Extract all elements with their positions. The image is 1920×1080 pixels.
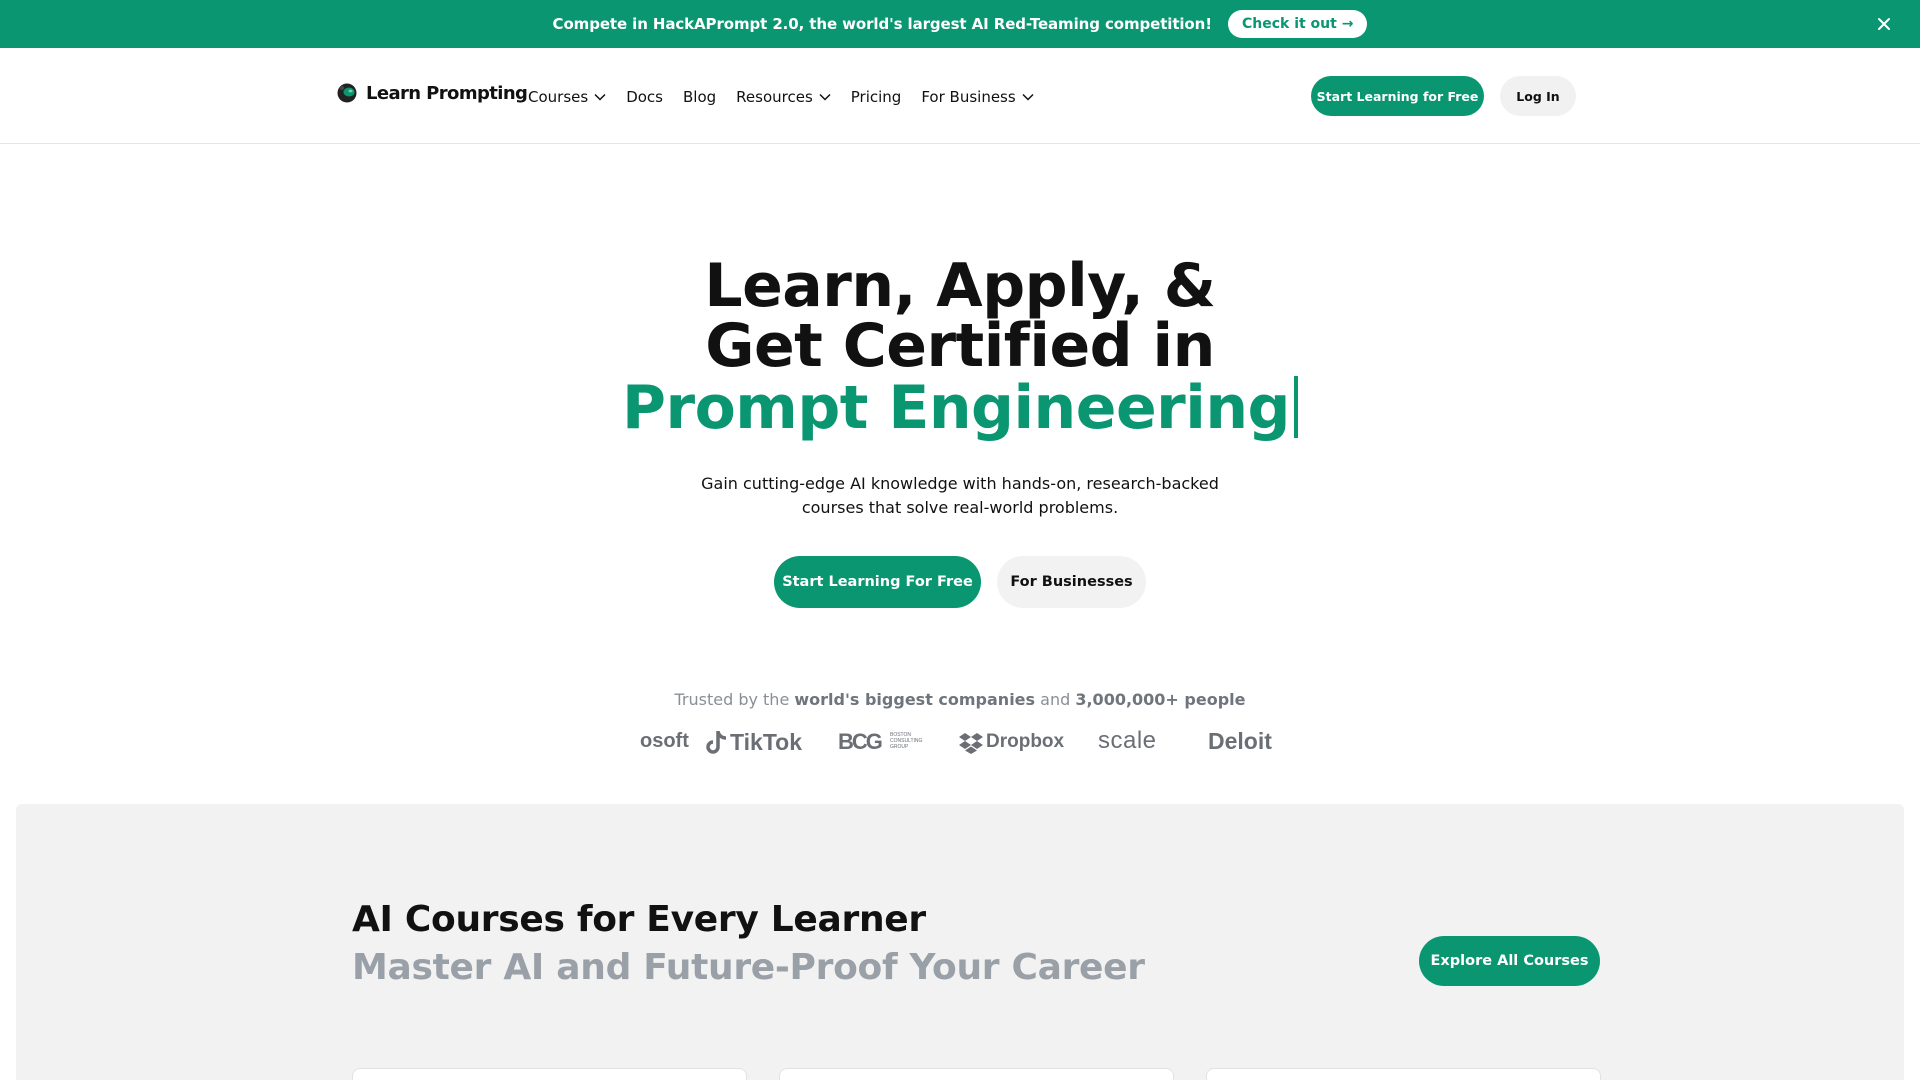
astronaut-logo-icon	[337, 83, 357, 103]
header-start-learning-button[interactable]: Start Learning for Free	[1311, 76, 1484, 116]
nav-label: Pricing	[850, 88, 902, 106]
trusted-prefix: Trusted by the	[674, 690, 795, 709]
hero-title-accent: Prompt Engineering	[622, 373, 1290, 443]
nav-label: Courses	[528, 88, 589, 106]
hero-subtitle-line-2: courses that solve real-world problems.	[801, 498, 1119, 517]
tiktok-icon	[706, 731, 727, 754]
nav-resources[interactable]: Resources	[736, 88, 831, 106]
banner-check-it-out-button[interactable]: Check it out →	[1227, 10, 1368, 38]
main-nav: Courses Docs Blog Resources Pricing For …	[528, 88, 1054, 106]
nav-label: For Business	[921, 88, 1016, 106]
bcg-tagline: BOSTON CONSULTING GROUP	[890, 732, 922, 750]
chevron-down-icon	[1022, 93, 1034, 101]
logo-text: Learn Prompting	[366, 82, 528, 104]
close-icon[interactable]	[1874, 14, 1894, 34]
login-button[interactable]: Log In	[1500, 76, 1576, 116]
announcement-banner: Compete in HackAPrompt 2.0, the world's …	[0, 0, 1920, 48]
hero-start-learning-button[interactable]: Start Learning For Free	[774, 556, 981, 608]
course-card[interactable]	[779, 1068, 1174, 1080]
chevron-down-icon	[594, 93, 606, 101]
company-logos-carousel: osoft TikTok BCG BOSTON CONSULTING GROUP…	[640, 720, 1280, 764]
trusted-by-text: Trusted by the world's biggest companies…	[0, 690, 1920, 709]
banner-text: Compete in HackAPrompt 2.0, the world's …	[552, 15, 1213, 33]
explore-all-courses-button[interactable]: Explore All Courses	[1419, 936, 1600, 986]
bcg-tagline-line: GROUP	[890, 744, 909, 750]
hero-title-line-1: Learn, Apply, &	[704, 251, 1216, 321]
site-header: Learn Prompting Courses Docs Blog Resour…	[0, 48, 1920, 144]
logo-strip: osoft TikTok BCG BOSTON CONSULTING GROUP…	[640, 720, 1280, 764]
chevron-down-icon	[819, 93, 831, 101]
courses-title: AI Courses for Every Learner	[352, 899, 926, 940]
courses-subtitle: Master AI and Future-Proof Your Career	[352, 947, 1145, 988]
hero-title: Learn, Apply, & Get Certified in Prompt …	[0, 256, 1920, 438]
scale-logo: scale	[1098, 727, 1157, 754]
courses-section: AI Courses for Every Learner Master AI a…	[16, 804, 1904, 1080]
logo[interactable]: Learn Prompting	[336, 82, 528, 104]
trusted-middle: and	[1035, 690, 1076, 709]
course-card[interactable]	[352, 1068, 747, 1080]
nav-pricing[interactable]: Pricing	[851, 88, 902, 106]
nav-label: Docs	[626, 88, 663, 106]
bcg-logo: BCG	[838, 729, 883, 754]
deloitte-logo: Deloit	[1208, 728, 1272, 754]
trusted-people-count: 3,000,000+ people	[1075, 690, 1246, 709]
hero-title-line-2: Get Certified in	[705, 311, 1215, 381]
nav-label: Resources	[736, 88, 813, 106]
hero-title-line-3: Prompt Engineering	[0, 376, 1920, 438]
nav-label: Blog	[682, 88, 717, 106]
for-businesses-button[interactable]: For Businesses	[997, 556, 1146, 608]
nav-docs[interactable]: Docs	[626, 88, 663, 106]
trusted-companies: world's biggest companies	[794, 690, 1036, 709]
hero-subtitle-line-1: Gain cutting-edge AI knowledge with hand…	[701, 474, 1219, 493]
microsoft-logo: osoft	[640, 730, 689, 752]
course-card[interactable]	[1206, 1068, 1601, 1080]
hero-subtitle: Gain cutting-edge AI knowledge with hand…	[660, 472, 1260, 520]
nav-for-business[interactable]: For Business	[921, 88, 1034, 106]
dropbox-icon	[959, 733, 983, 754]
typing-caret	[1293, 376, 1298, 438]
nav-blog[interactable]: Blog	[683, 88, 716, 106]
tiktok-logo: TikTok	[730, 729, 802, 755]
dropbox-logo: Dropbox	[986, 731, 1065, 752]
nav-courses[interactable]: Courses	[528, 88, 606, 106]
